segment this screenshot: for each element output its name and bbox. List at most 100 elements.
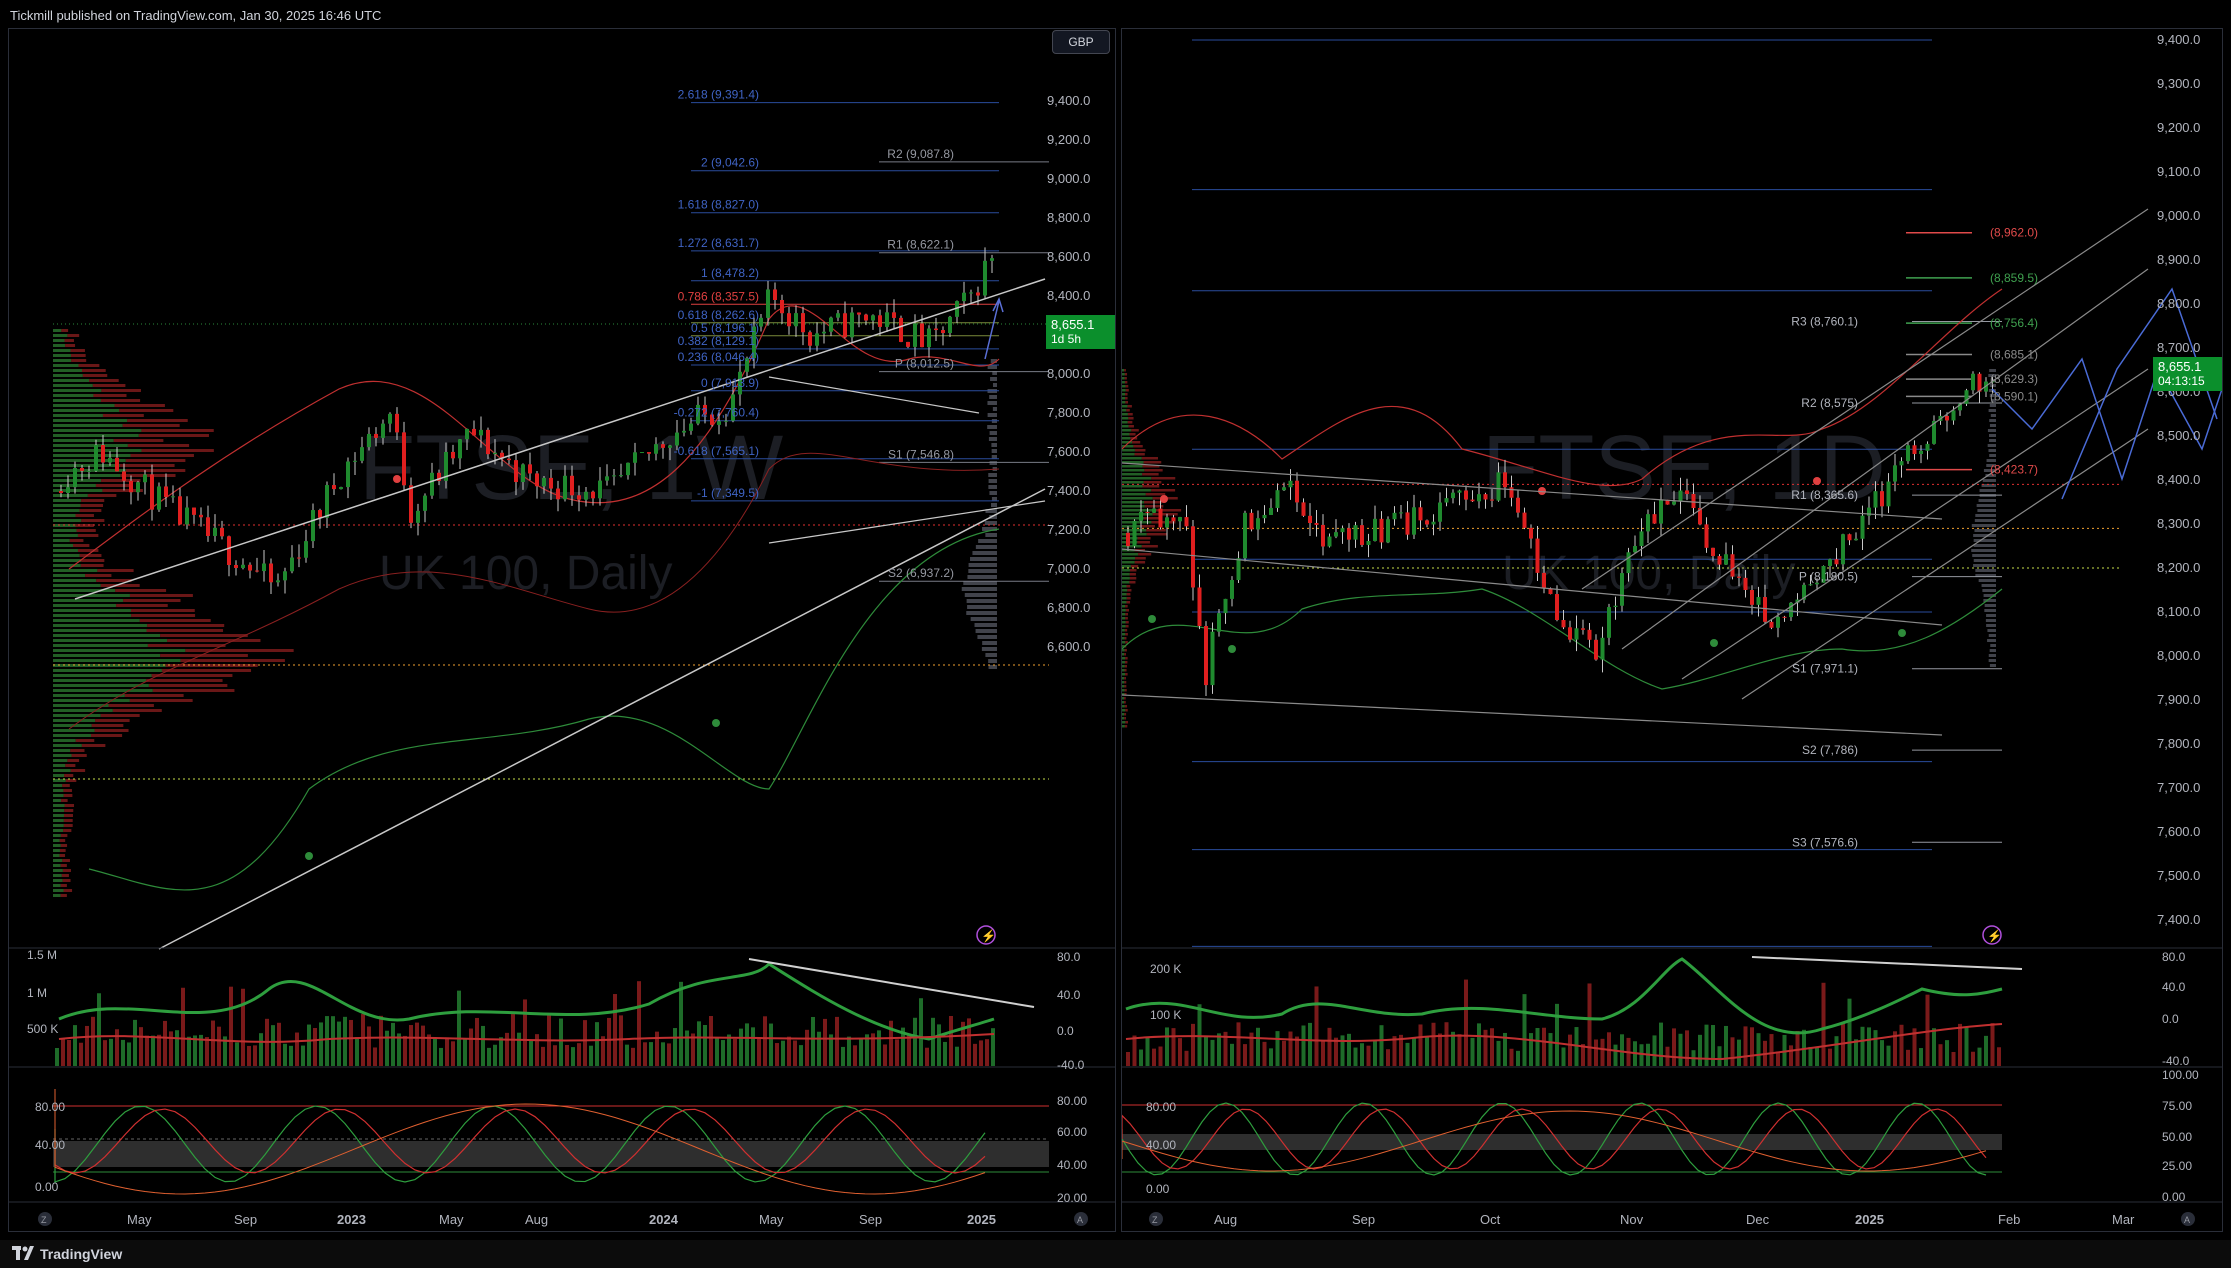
candle [1685, 490, 1689, 494]
candle [1399, 512, 1403, 514]
candle [563, 475, 567, 500]
candle [647, 452, 651, 454]
stoch-tick: 0.00 [35, 1180, 59, 1194]
candle [1808, 584, 1813, 586]
candle [542, 477, 546, 487]
candle [507, 458, 511, 461]
candle [339, 487, 343, 490]
candle [206, 517, 210, 536]
price-tick: 8,400.0 [2157, 472, 2200, 487]
candle [962, 292, 966, 302]
candle [1457, 490, 1462, 493]
fib-label: (8,859.5) [1990, 271, 2038, 285]
candle [1945, 415, 1949, 421]
candle [885, 312, 889, 327]
candle [969, 292, 973, 294]
time-tick: Oct [1480, 1212, 1501, 1227]
price-tick: 8,800.0 [1047, 210, 1090, 225]
currency-badge[interactable]: GBP [1052, 30, 1110, 54]
candle [1678, 490, 1683, 502]
candle [549, 477, 553, 489]
candle [115, 457, 119, 472]
svg-text:Z: Z [1152, 1215, 1158, 1225]
candle [234, 564, 238, 568]
candle [1886, 481, 1891, 507]
candle [626, 462, 630, 476]
candle [990, 258, 994, 261]
candle [1418, 507, 1423, 521]
candle [136, 482, 140, 493]
watermark-name: UK 100, Daily [379, 547, 672, 600]
candle [213, 527, 217, 536]
candle [1165, 517, 1169, 528]
candle [1295, 480, 1299, 503]
candle [619, 475, 623, 477]
time-tick: May [439, 1212, 464, 1227]
candle [1353, 525, 1358, 540]
candle [864, 314, 868, 321]
candle [1327, 536, 1332, 547]
candle [367, 433, 371, 448]
candle [1763, 597, 1767, 622]
candle [157, 486, 161, 510]
candle [395, 413, 399, 433]
candle [1906, 445, 1910, 462]
candle [1347, 528, 1351, 540]
candle [1243, 512, 1247, 559]
candle [1704, 524, 1709, 548]
price-tick: 8,500.0 [2157, 428, 2200, 443]
stoch-tick: 40.00 [35, 1138, 65, 1152]
candle [402, 432, 406, 486]
candle [318, 510, 322, 518]
time-tick: Feb [1998, 1212, 2020, 1227]
candle [717, 421, 721, 425]
daily-chart-panel[interactable]: FTSE, 1D UK 100, Daily R3 (8,760.1) R2 (8… [1121, 28, 2223, 1232]
candle [521, 464, 525, 483]
volume-tick: 200 K [1150, 962, 1181, 976]
candle [1366, 540, 1371, 545]
candle [199, 514, 203, 518]
candle [766, 289, 770, 318]
weekly-chart-panel[interactable]: FTSE, 1W UK 100, Daily 2.618 (9,391.4) 2 … [8, 28, 1116, 1232]
pivot-label: R1 (8,365.6) [1791, 488, 1858, 502]
candle [1925, 443, 1930, 451]
time-tick: Sep [234, 1212, 257, 1227]
candle [1743, 577, 1748, 591]
candle [1717, 556, 1722, 565]
watermark-symbol: FTSE, 1D [1482, 417, 1886, 519]
candle [829, 317, 833, 332]
daily-chart-canvas[interactable]: FTSE, 1D UK 100, Daily R3 (8,760.1)R2 (8… [1122, 29, 2223, 1232]
price-tick: 9,100.0 [2157, 164, 2200, 179]
candle [598, 480, 602, 499]
time-tick: Aug [525, 1212, 548, 1227]
weekly-chart-canvas[interactable]: FTSE, 1W UK 100, Daily 2.618 (9,391.4) 2 … [9, 29, 1116, 1232]
stoch-tick: 25.00 [2162, 1159, 2192, 1173]
candle [1230, 580, 1234, 599]
fib-label: (8,685.1) [1990, 348, 2038, 362]
candle [1542, 572, 1546, 589]
price-tick: 7,900.0 [2157, 692, 2200, 707]
candle [878, 315, 882, 327]
osc-tick: -40.0 [2162, 1054, 2190, 1068]
candle [808, 332, 812, 346]
trend-channel[interactable] [74, 278, 1046, 950]
candle [640, 452, 644, 454]
fib-label: 2.618 (9,391.4) [678, 88, 759, 102]
candle [374, 433, 378, 438]
candle [689, 423, 693, 431]
last-price-value: 8,655.1 [2158, 359, 2202, 374]
candle [1412, 507, 1416, 535]
stoch-tick: 60.00 [1057, 1125, 1087, 1139]
fib-label: 0.236 (8,046.4) [678, 350, 759, 364]
candle [262, 563, 266, 572]
candle [1360, 525, 1364, 545]
stoch-tick: 80.00 [1146, 1100, 1176, 1114]
candle [1210, 631, 1215, 686]
osc-tick: 0.0 [2162, 1012, 2179, 1026]
last-price-label: 8,655.1 1d 5h [1046, 315, 1115, 349]
candle [1691, 493, 1696, 509]
candle [1236, 558, 1241, 581]
candle [1587, 629, 1592, 640]
candle [1581, 628, 1585, 630]
candle [1262, 514, 1267, 519]
